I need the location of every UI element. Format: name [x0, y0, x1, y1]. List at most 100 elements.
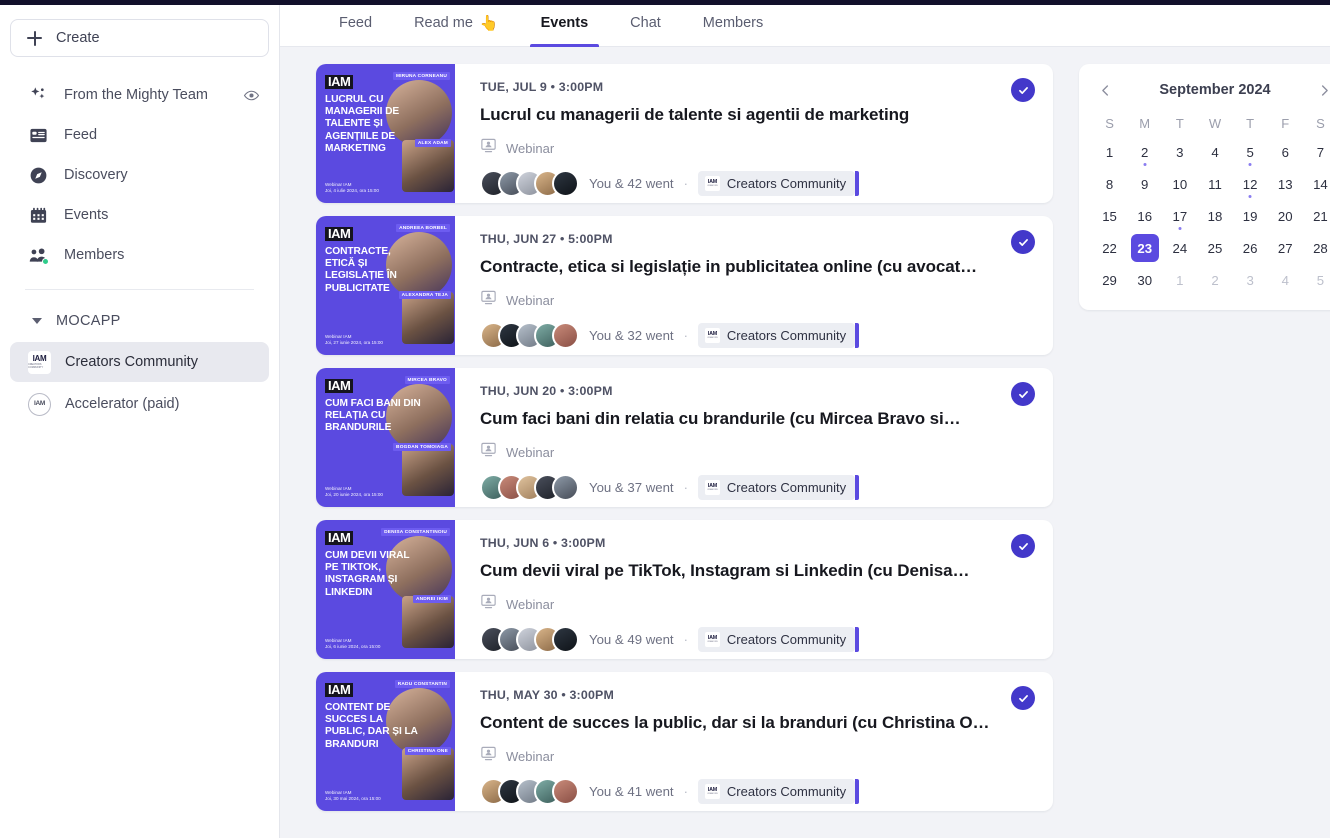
attendee-avatars[interactable] [480, 170, 579, 197]
calendar-cell: 29 [1092, 264, 1127, 296]
sidebar-divider [25, 289, 254, 290]
calendar-day[interactable]: 7 [1306, 138, 1330, 166]
calendar-day[interactable]: 2 [1201, 266, 1229, 294]
calendar-day[interactable]: 17 [1166, 202, 1194, 230]
event-card[interactable]: DENISA CONSTANTINOIUANDREI IKIMIAMCUM DE… [316, 520, 1053, 659]
calendar-day[interactable]: 5 [1306, 266, 1330, 294]
calendar-day[interactable]: 15 [1096, 202, 1124, 230]
calendar-day[interactable]: 4 [1201, 138, 1229, 166]
eye-icon[interactable] [241, 85, 261, 105]
calendar-day[interactable]: 25 [1201, 234, 1229, 262]
community-badge[interactable]: IAMCREATORSCreators Community [698, 323, 855, 348]
calendar-day[interactable]: 13 [1271, 170, 1299, 198]
calendar-day[interactable]: 30 [1131, 266, 1159, 294]
event-details: THU, MAY 30 • 3:00PMContent de succes la… [455, 672, 1053, 811]
calendar-day[interactable]: 16 [1131, 202, 1159, 230]
attendee-avatars[interactable] [480, 778, 579, 805]
calendar-cell: 3 [1162, 136, 1197, 168]
event-date: THU, JUN 6 • 3:00PM [480, 536, 1053, 550]
community-badge-label: Creators Community [727, 784, 846, 799]
calendar-day-of-week: F [1268, 110, 1303, 136]
event-title[interactable]: Cum devii viral pe TikTok, Instagram si … [480, 561, 990, 581]
event-title[interactable]: Cum faci bani din relatia cu brandurile … [480, 409, 990, 429]
event-title[interactable]: Content de succes la public, dar si la b… [480, 713, 990, 733]
chevron-left-icon[interactable] [1092, 77, 1118, 103]
event-date: TUE, JUL 9 • 3:00PM [480, 80, 1053, 94]
sidebar-item-from-the-mighty-team[interactable]: From the Mighty Team [10, 75, 269, 115]
event-card[interactable]: RADU CONSTANTINCHRISTINA ONEIAMCONTENT D… [316, 672, 1053, 811]
calendar-widget: September 2024 SMTWTFS123456789101112131… [1079, 64, 1330, 310]
community-badge[interactable]: IAMCREATORSCreators Community [698, 627, 855, 652]
community-avatar-subtext: CREATORS [707, 641, 717, 643]
calendar-day-selected[interactable]: 23 [1131, 234, 1159, 262]
event-title[interactable]: Lucrul cu managerii de talente si agenti… [480, 105, 990, 125]
calendar-day[interactable]: 9 [1131, 170, 1159, 198]
create-button[interactable]: Create [10, 19, 269, 57]
sidebar-item-members[interactable]: Members [10, 235, 269, 275]
webinar-icon [480, 593, 497, 615]
tab-feed[interactable]: Feed [318, 0, 393, 46]
tab-events[interactable]: Events [520, 0, 610, 46]
chevron-right-icon[interactable] [1312, 77, 1330, 103]
calendar-cell: 19 [1233, 200, 1268, 232]
event-card[interactable]: MIRUNA CORNEANUALEX ADAMIAMLUCRUL CU MAN… [316, 64, 1053, 203]
sidebar-item-discovery[interactable]: Discovery [10, 155, 269, 195]
space-avatar: IAM [28, 393, 51, 416]
calendar-day[interactable]: 8 [1096, 170, 1124, 198]
community-badge[interactable]: IAMCREATORSCreators Community [698, 171, 855, 196]
avatar [552, 626, 579, 653]
sidebar-item-events[interactable]: Events [10, 195, 269, 235]
sidebar-space-creators-community[interactable]: IAM CREATORS COMMUNITY Creators Communit… [10, 342, 269, 382]
tab-read-me[interactable]: Read me 👆 [393, 0, 520, 46]
calendar-day[interactable]: 27 [1271, 234, 1299, 262]
calendar-day[interactable]: 6 [1271, 138, 1299, 166]
calendar-day[interactable]: 22 [1096, 234, 1124, 262]
calendar-cell: 1 [1162, 264, 1197, 296]
event-card[interactable]: ANDREEA BORBELALEXANDRA TEJAIAMCONTRACTE… [316, 216, 1053, 355]
rsvp-going-check-button[interactable] [1011, 382, 1035, 406]
calendar-cell: 6 [1268, 136, 1303, 168]
sidebar-section-mocapp[interactable]: MOCAPP [10, 302, 269, 340]
calendar-day[interactable]: 20 [1271, 202, 1299, 230]
rsvp-going-check-button[interactable] [1011, 534, 1035, 558]
event-title[interactable]: Contracte, etica si legislație in public… [480, 257, 990, 277]
calendar-day[interactable]: 26 [1236, 234, 1264, 262]
calendar-day[interactable]: 14 [1306, 170, 1330, 198]
calendar-day[interactable]: 29 [1096, 266, 1124, 294]
tab-members[interactable]: Members [682, 0, 784, 46]
calendar-day[interactable]: 1 [1096, 138, 1124, 166]
event-card[interactable]: MIRCEA BRAVOBOGDAN TOMOIAGAIAMCUM FACI B… [316, 368, 1053, 507]
tab-label: Chat [630, 15, 661, 31]
sidebar-nav: From the Mighty Team [10, 75, 269, 275]
calendar-header: September 2024 [1092, 78, 1330, 102]
thumbnail-footer: Webinar IAMJoi, 30 mai 2024, ora 15:00 [325, 790, 381, 802]
calendar-day[interactable]: 11 [1201, 170, 1229, 198]
calendar-day[interactable]: 28 [1306, 234, 1330, 262]
calendar-day[interactable]: 12 [1236, 170, 1264, 198]
rsvp-going-check-button[interactable] [1011, 686, 1035, 710]
sidebar-item-feed[interactable]: Feed [10, 115, 269, 155]
community-badge[interactable]: IAMCREATORS Creators Community [698, 779, 855, 804]
calendar-cell: 30 [1127, 264, 1162, 296]
avatar [552, 170, 579, 197]
community-avatar: IAMCREATORS [705, 784, 720, 799]
calendar-day[interactable]: 5 [1236, 138, 1264, 166]
attendee-avatars[interactable] [480, 626, 579, 653]
sidebar-space-accelerator[interactable]: IAM Accelerator (paid) [10, 384, 269, 424]
calendar-day[interactable]: 3 [1236, 266, 1264, 294]
rsvp-going-check-button[interactable] [1011, 78, 1035, 102]
calendar-day[interactable]: 18 [1201, 202, 1229, 230]
calendar-day[interactable]: 21 [1306, 202, 1330, 230]
tab-chat[interactable]: Chat [609, 0, 682, 46]
attendee-avatars[interactable] [480, 322, 579, 349]
calendar-day[interactable]: 10 [1166, 170, 1194, 198]
calendar-day[interactable]: 4 [1271, 266, 1299, 294]
rsvp-going-check-button[interactable] [1011, 230, 1035, 254]
attendee-avatars[interactable] [480, 474, 579, 501]
calendar-day[interactable]: 1 [1166, 266, 1194, 294]
calendar-day[interactable]: 19 [1236, 202, 1264, 230]
calendar-day[interactable]: 3 [1166, 138, 1194, 166]
community-badge[interactable]: IAMCREATORSCreators Community [698, 475, 855, 500]
calendar-day[interactable]: 24 [1166, 234, 1194, 262]
calendar-day[interactable]: 2 [1131, 138, 1159, 166]
